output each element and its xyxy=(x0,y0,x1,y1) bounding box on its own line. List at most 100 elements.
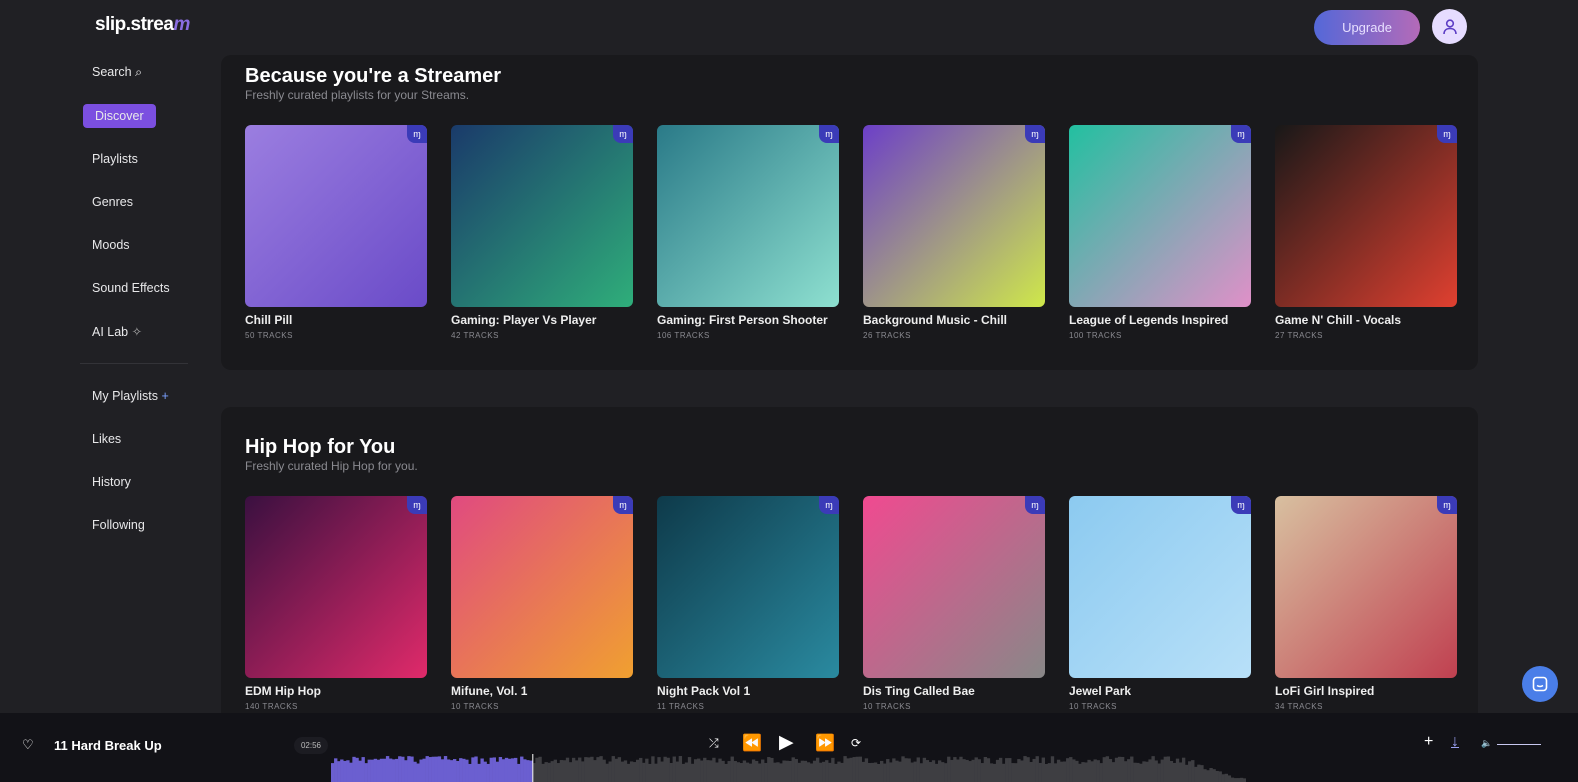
playlist-cover[interactable]: ɱ xyxy=(1275,496,1457,678)
playlist-card[interactable]: ɱ Jewel Park 10 TRACKS xyxy=(1069,496,1251,711)
playlist-title[interactable]: Game N' Chill - Vocals xyxy=(1275,313,1457,327)
playlist-title[interactable]: Background Music - Chill xyxy=(863,313,1045,327)
sidebar-item-sound-effects[interactable]: Sound Effects xyxy=(80,276,188,300)
waveform-bar xyxy=(917,757,920,782)
sidebar-item-history[interactable]: History xyxy=(80,470,188,494)
logo[interactable]: slip.stream xyxy=(95,14,190,36)
profile-avatar[interactable] xyxy=(1432,9,1467,44)
playlist-title[interactable]: Night Pack Vol 1 xyxy=(657,684,839,698)
playlist-cover[interactable]: ɱ xyxy=(1275,125,1457,307)
playlist-title[interactable]: Gaming: First Person Shooter xyxy=(657,313,839,327)
waveform-bar xyxy=(776,762,779,782)
sidebar-item-genres[interactable]: Genres xyxy=(80,190,188,214)
waveform-bar xyxy=(395,759,398,782)
waveform-bar xyxy=(349,763,352,782)
playlist-cover[interactable]: ɱ xyxy=(1069,125,1251,307)
brand-badge-icon: ɱ xyxy=(1231,496,1251,514)
playlist-title[interactable]: EDM Hip Hop xyxy=(245,684,427,698)
sidebar-item-likes[interactable]: Likes xyxy=(80,427,188,451)
waveform-bar xyxy=(1011,763,1014,782)
playlist-title[interactable]: Gaming: Player Vs Player xyxy=(451,313,633,327)
playlist-card[interactable]: ɱ Game N' Chill - Vocals 27 TRACKS xyxy=(1275,125,1457,340)
waveform-bar xyxy=(651,756,654,782)
waveform-seekbar[interactable] xyxy=(331,754,1246,782)
waveform-bar xyxy=(926,760,929,782)
playlist-title[interactable]: LoFi Girl Inspired xyxy=(1275,684,1457,698)
sidebar-item-following[interactable]: Following xyxy=(80,513,188,537)
waveform-bar xyxy=(837,762,840,782)
repeat-icon[interactable]: ⟳ xyxy=(851,736,861,750)
playlist-card[interactable]: ɱ Chill Pill 50 TRACKS xyxy=(245,125,427,340)
waveform-bar xyxy=(767,757,770,782)
playlist-card[interactable]: ɱ Gaming: Player Vs Player 42 TRACKS xyxy=(451,125,633,340)
playlist-title[interactable]: Mifune, Vol. 1 xyxy=(451,684,633,698)
playlist-cover[interactable]: ɱ xyxy=(245,496,427,678)
waveform-bar xyxy=(959,757,962,782)
playlist-card[interactable]: ɱ Gaming: First Person Shooter 106 TRACK… xyxy=(657,125,839,340)
playlist-card[interactable]: ɱ Background Music - Chill 26 TRACKS xyxy=(863,125,1045,340)
sidebar-item-my-playlists[interactable]: My Playlists + xyxy=(80,384,188,408)
waveform-bar xyxy=(1139,764,1142,782)
waveform-bar xyxy=(871,763,874,782)
playlist-cover[interactable]: ɱ xyxy=(657,125,839,307)
volume-slider[interactable] xyxy=(1497,744,1541,745)
waveform-bar xyxy=(679,756,682,782)
playlist-card[interactable]: ɱ League of Legends Inspired 100 TRACKS xyxy=(1069,125,1251,340)
playlist-card[interactable]: ɱ Night Pack Vol 1 11 TRACKS xyxy=(657,496,839,711)
playlist-cover[interactable]: ɱ xyxy=(863,125,1045,307)
play-icon[interactable]: ▶ xyxy=(779,731,794,754)
fast-forward-icon[interactable]: ⏩ xyxy=(815,733,835,753)
waveform-bar xyxy=(502,759,505,782)
waveform-bar xyxy=(346,760,349,782)
playlist-cover[interactable]: ɱ xyxy=(657,496,839,678)
waveform-bar xyxy=(1191,760,1194,782)
upgrade-button[interactable]: Upgrade xyxy=(1314,10,1420,45)
volume-icon[interactable]: 🔈 xyxy=(1481,738,1492,749)
waveform-bar xyxy=(410,757,413,782)
sidebar-item-discover[interactable]: Discover xyxy=(83,104,156,128)
waveform-bar xyxy=(667,758,670,782)
sidebar-item-playlists[interactable]: Playlists xyxy=(80,147,188,171)
waveform-bar xyxy=(676,762,679,782)
rewind-icon[interactable]: ⏪ xyxy=(742,733,762,753)
heart-icon[interactable]: ♡ xyxy=(22,737,34,753)
waveform-bar xyxy=(551,761,554,782)
playhead[interactable] xyxy=(532,754,533,782)
add-icon[interactable]: + xyxy=(1424,733,1433,751)
playlist-cover[interactable]: ɱ xyxy=(1069,496,1251,678)
waveform-bar xyxy=(511,758,514,782)
playlist-cover[interactable]: ɱ xyxy=(245,125,427,307)
sidebar-item-search[interactable]: Search ⌕ xyxy=(80,60,188,85)
playlist-cover[interactable]: ɱ xyxy=(451,125,633,307)
section-subtitle: Freshly curated playlists for your Strea… xyxy=(245,88,469,102)
playlist-title[interactable]: Dis Ting Called Bae xyxy=(863,684,1045,698)
chat-button[interactable] xyxy=(1522,666,1558,702)
playlist-title[interactable]: Chill Pill xyxy=(245,313,427,327)
playlist-card[interactable]: ɱ Mifune, Vol. 1 10 TRACKS xyxy=(451,496,633,711)
waveform-bar xyxy=(1206,770,1209,782)
waveform-bar xyxy=(1097,760,1100,782)
waveform-bar xyxy=(438,756,441,782)
waveform-bar xyxy=(657,757,660,782)
playlist-card[interactable]: ɱ EDM Hip Hop 140 TRACKS xyxy=(245,496,427,711)
card-row: ɱ EDM Hip Hop 140 TRACKS ɱ Mifune, Vol. 1… xyxy=(245,496,1457,711)
waveform-bar xyxy=(1078,764,1081,782)
shuffle-icon[interactable]: ⤮ xyxy=(709,736,719,751)
sidebar-item-ai-lab[interactable]: AI Lab ✧ xyxy=(80,319,188,344)
playlist-title[interactable]: League of Legends Inspired xyxy=(1069,313,1251,327)
waveform-bar xyxy=(407,756,410,782)
waveform-bar xyxy=(444,756,447,782)
waveform-bar xyxy=(590,757,593,782)
waveform-bar xyxy=(459,758,462,782)
download-icon[interactable]: ↓ xyxy=(1451,733,1459,751)
waveform-bar xyxy=(1173,763,1176,782)
playlist-card[interactable]: ɱ LoFi Girl Inspired 34 TRACKS xyxy=(1275,496,1457,711)
playlist-cover[interactable]: ɱ xyxy=(451,496,633,678)
playlist-cover[interactable]: ɱ xyxy=(863,496,1045,678)
sidebar-item-moods[interactable]: Moods xyxy=(80,233,188,257)
plus-icon[interactable]: + xyxy=(161,389,168,403)
waveform-bar xyxy=(846,758,849,782)
playlist-title[interactable]: Jewel Park xyxy=(1069,684,1251,698)
playlist-card[interactable]: ɱ Dis Ting Called Bae 10 TRACKS xyxy=(863,496,1045,711)
waveform-bar xyxy=(636,760,639,782)
